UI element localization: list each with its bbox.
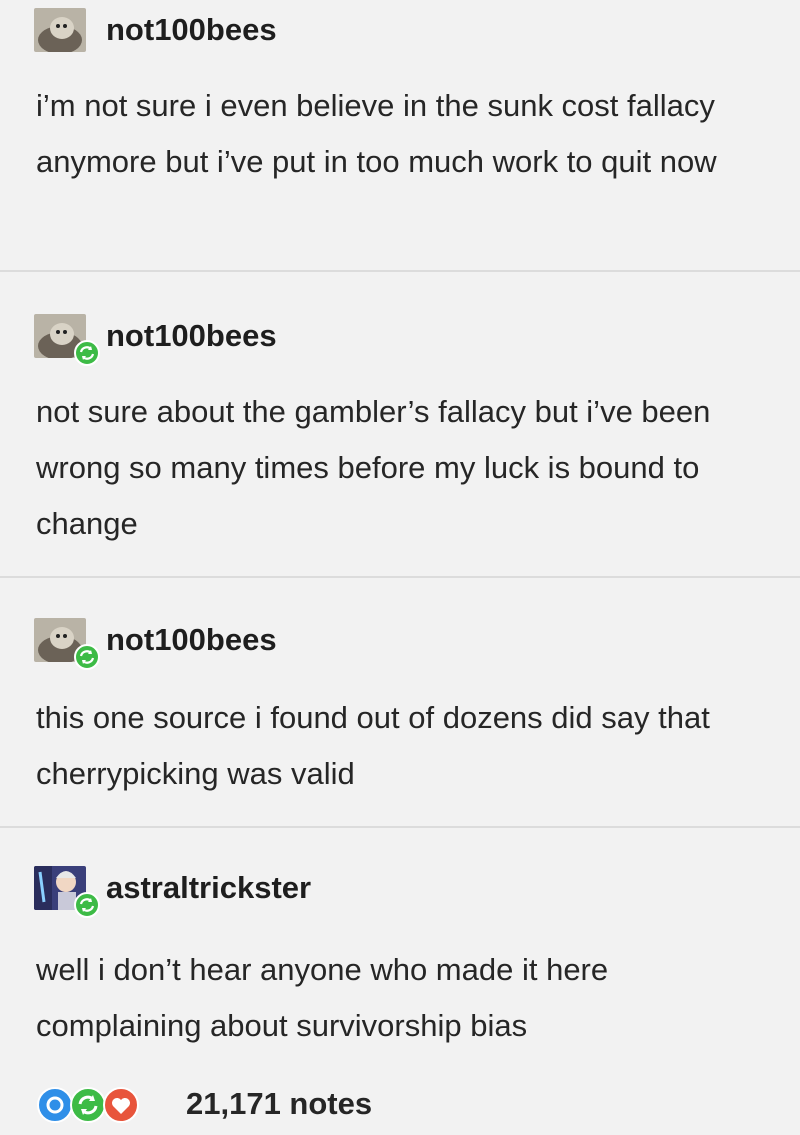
post-text: not sure about the gambler’s fallacy but…	[36, 394, 711, 541]
reblog-badge-icon	[74, 892, 100, 918]
post-text: i’m not sure i even believe in the sunk …	[36, 88, 717, 179]
comment-icon	[37, 1087, 73, 1123]
reblog-badge-icon	[74, 340, 100, 366]
divider	[0, 576, 800, 578]
post-text: this one source i found out of dozens di…	[36, 700, 710, 791]
username[interactable]: not100bees	[106, 12, 277, 48]
reblog-badge-icon	[74, 644, 100, 670]
divider	[0, 826, 800, 828]
notes-count[interactable]: 21,171 notes	[186, 1086, 372, 1122]
post-text: well i don’t hear anyone who made it her…	[36, 952, 609, 1043]
username[interactable]: not100bees	[106, 622, 277, 658]
heart-icon	[103, 1087, 139, 1123]
reblog-icon	[70, 1087, 106, 1123]
avatar[interactable]	[34, 8, 86, 52]
note-icons	[37, 1087, 139, 1123]
divider	[0, 270, 800, 272]
username[interactable]: not100bees	[106, 318, 277, 354]
seal-avatar-icon	[34, 8, 86, 52]
username[interactable]: astraltrickster	[106, 870, 311, 906]
